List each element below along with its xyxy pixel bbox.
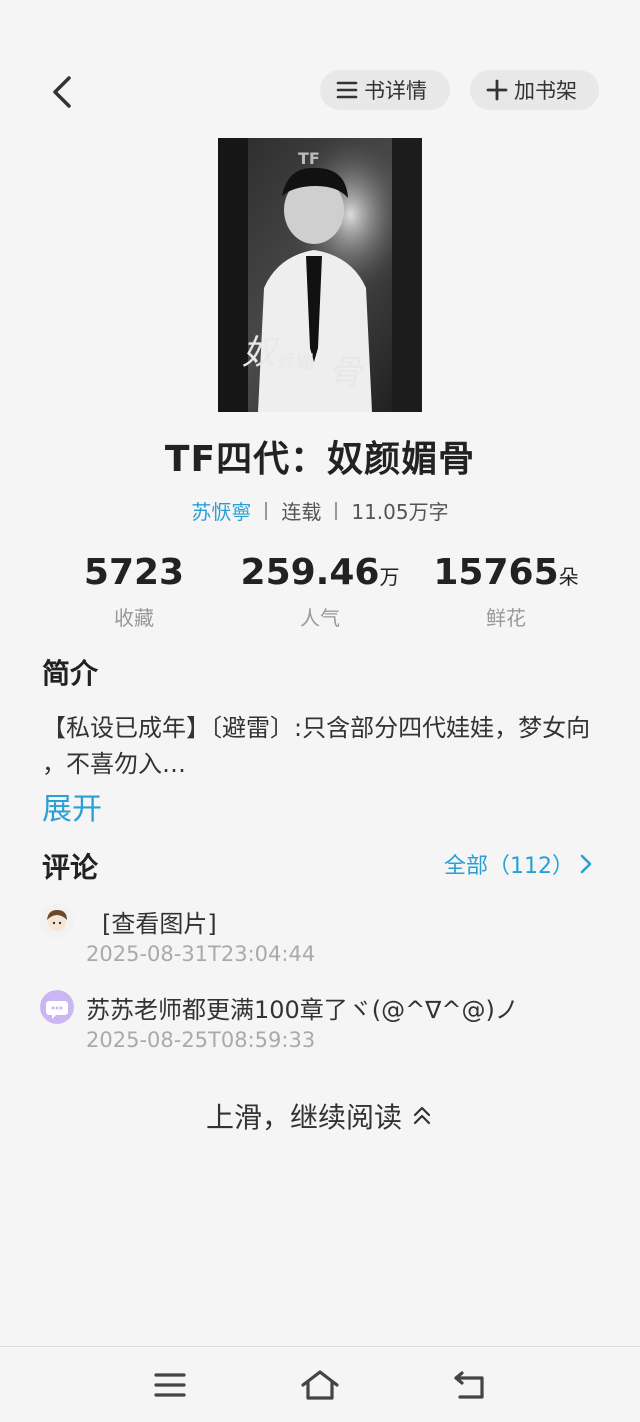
stat-favorites: 5723 收藏: [34, 550, 234, 631]
comment-item[interactable]: [查看图片] 2025-08-31T23:04:44: [40, 904, 600, 974]
book-detail-page: 书详情 加书架 奴 颜媚 骨 TF TF四代：奴颜媚骨 苏恹寧 连载 11.05…: [0, 0, 640, 1422]
double-chevron-up-icon: [413, 1106, 431, 1125]
chevron-right-icon: [580, 854, 592, 874]
book-detail-button[interactable]: 书详情: [320, 70, 450, 110]
book-status: 连载: [281, 500, 322, 524]
nav-back-button[interactable]: [450, 1365, 490, 1405]
comment-time: 2025-08-25T08:59:33: [86, 1028, 316, 1052]
comments-heading: 评论: [42, 851, 99, 884]
author-link[interactable]: 苏恹寧: [191, 496, 251, 525]
book-cover[interactable]: 奴 颜媚 骨 TF: [218, 138, 422, 412]
stat-flowers: 15765朵 鲜花: [406, 550, 606, 631]
nav-home-button[interactable]: [300, 1365, 340, 1405]
svg-text:颜媚: 颜媚: [278, 352, 314, 373]
stat-label: 鲜花: [486, 606, 526, 630]
stat-unit: 朵: [558, 565, 579, 589]
book-detail-label: 书详情: [364, 79, 427, 103]
home-icon: [301, 1370, 339, 1400]
system-nav-bar: [0, 1346, 640, 1422]
continue-reading-label: 上滑，继续阅读: [205, 1101, 402, 1134]
word-count: 11.05万字: [351, 500, 449, 524]
nav-menu-button[interactable]: [150, 1365, 190, 1405]
stat-value: 5723: [83, 552, 185, 593]
book-title: TF四代：奴颜媚骨: [164, 439, 476, 480]
add-to-shelf-label: 加书架: [514, 79, 577, 103]
divider: [265, 501, 268, 520]
svg-text:奴: 奴: [242, 333, 280, 373]
svg-text:骨: 骨: [328, 353, 364, 393]
plus-icon: [486, 79, 508, 101]
all-comments-link[interactable]: 全部（112）: [444, 848, 594, 880]
intro-heading: 简介: [42, 657, 99, 690]
stat-unit: 万: [379, 565, 400, 589]
stat-label: 人气: [300, 606, 340, 630]
expand-intro-button[interactable]: 展开: [42, 784, 102, 828]
back-button[interactable]: [44, 72, 80, 112]
stat-value: 15765: [433, 552, 559, 593]
comment-text: [查看图片]: [102, 910, 217, 938]
book-stats: 5723 收藏 259.46万 人气 15765朵 鲜花: [0, 550, 640, 630]
intro-text: 【私设已成年】〔避雷〕:只含部分四代娃娃，梦女向 ，不喜勿入…: [42, 714, 591, 778]
svg-text:TF: TF: [298, 149, 320, 168]
list-icon: [336, 80, 358, 100]
comment-item[interactable]: 苏苏老师都更满100章了ヾ(@^∇^@)ノ 2025-08-25T08:59:3…: [40, 990, 600, 1060]
avatar[interactable]: [40, 990, 74, 1024]
divider: [335, 501, 338, 520]
stat-value: 259.46: [240, 552, 380, 593]
stat-popularity: 259.46万 人气: [220, 550, 420, 631]
menu-icon: [154, 1373, 186, 1397]
all-comments-label: 全部（112）: [444, 854, 574, 879]
comment-time: 2025-08-31T23:04:44: [86, 942, 316, 966]
comment-text: 苏苏老师都更满100章了ヾ(@^∇^@)ノ: [86, 996, 519, 1024]
continue-reading-prompt[interactable]: 上滑，继续阅读: [0, 1096, 640, 1136]
stat-label: 收藏: [114, 606, 154, 630]
book-meta: 苏恹寧 连载 11.05万字: [0, 496, 640, 525]
chevron-left-icon: [53, 76, 71, 108]
avatar[interactable]: [40, 904, 74, 938]
add-to-shelf-button[interactable]: 加书架: [470, 70, 599, 110]
return-icon: [454, 1371, 484, 1399]
